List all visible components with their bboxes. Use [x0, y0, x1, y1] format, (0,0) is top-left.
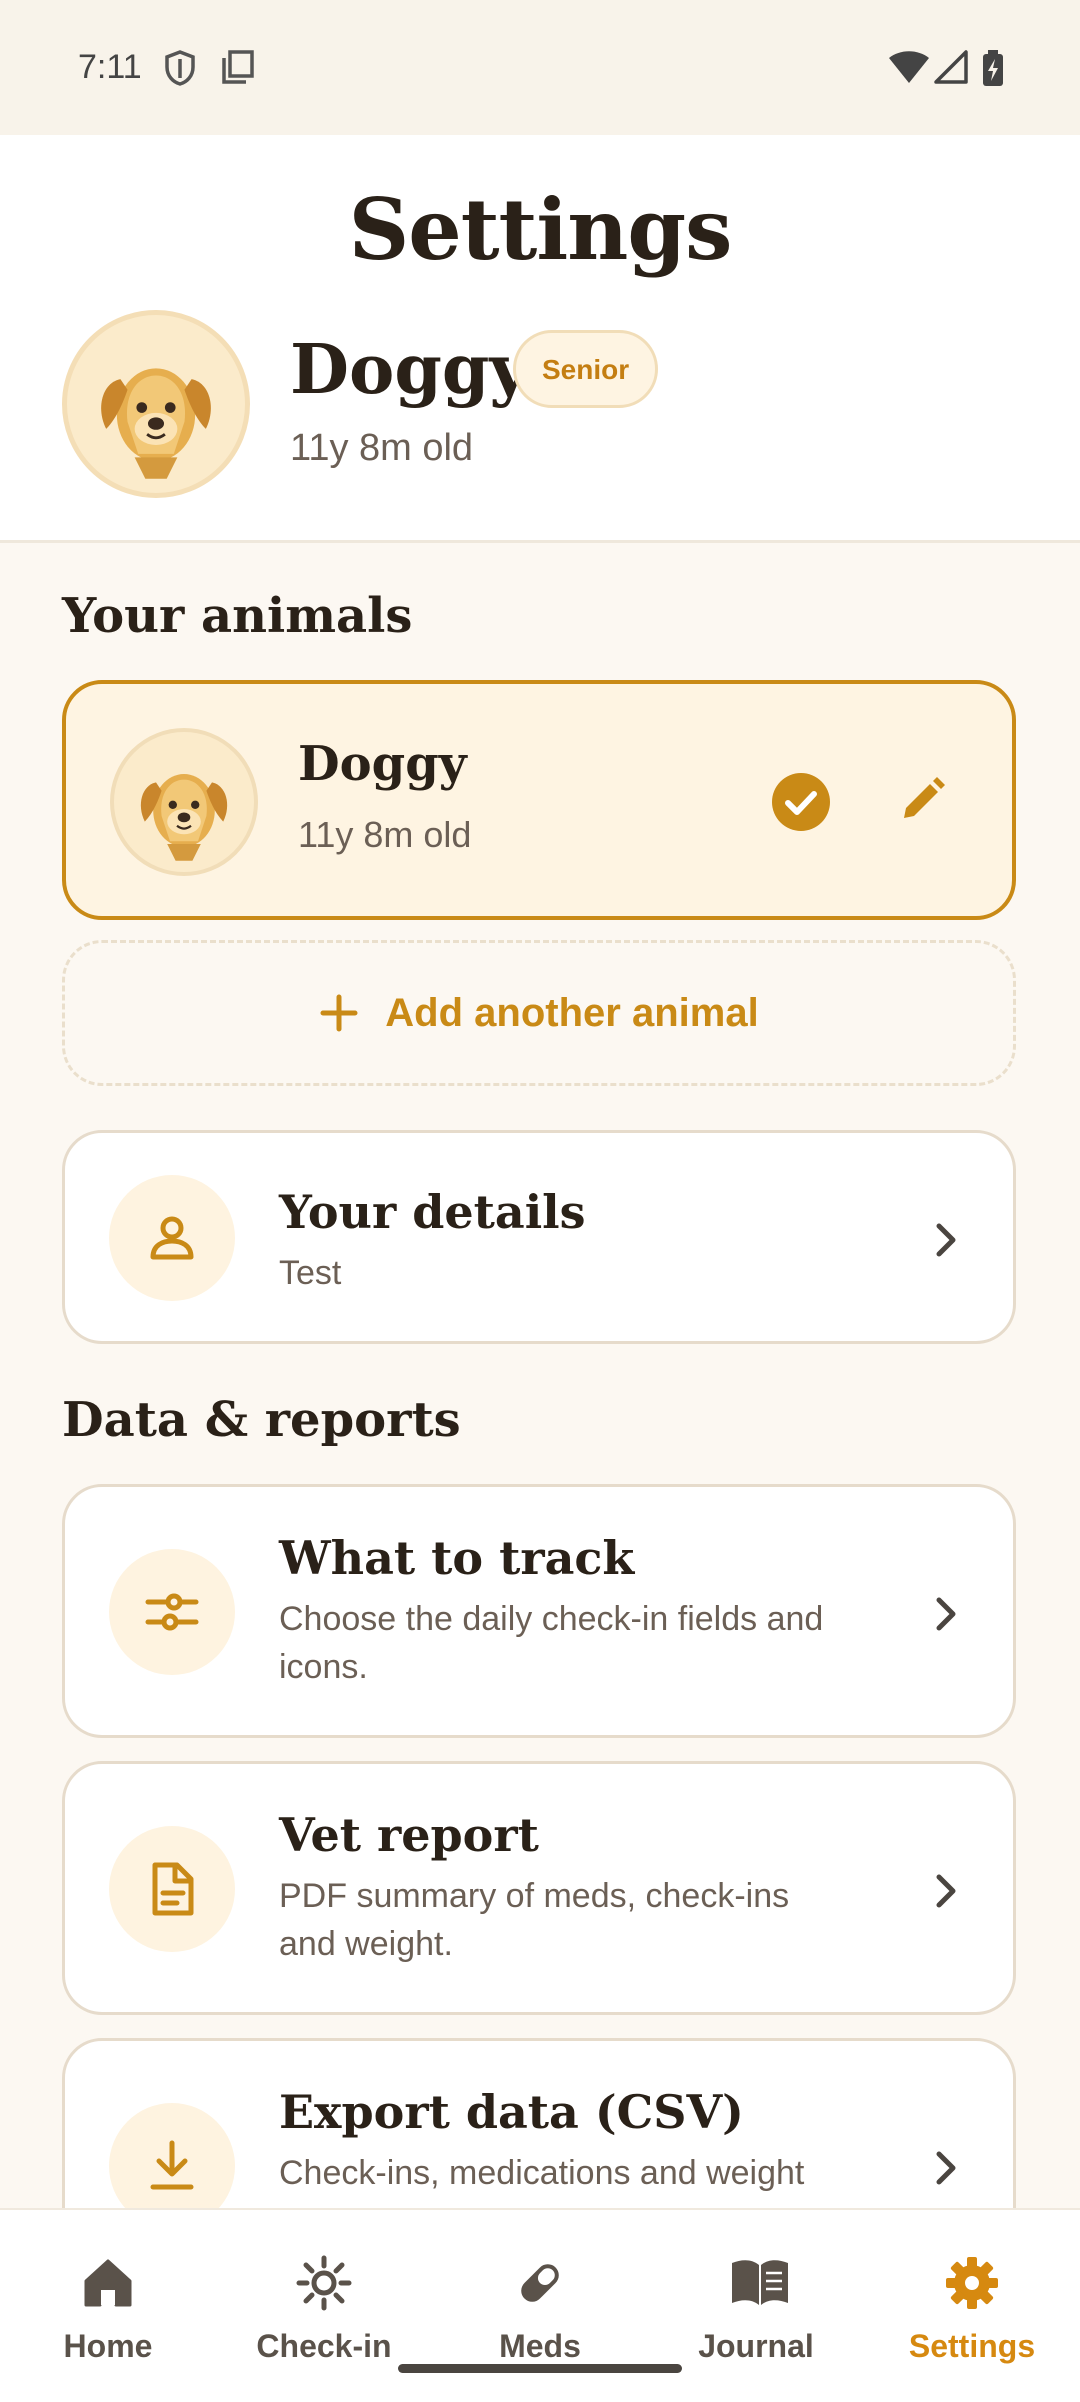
what-to-track-row[interactable]: What to track Choose the daily check-in … — [62, 1484, 1016, 1738]
status-badge: Senior — [513, 330, 659, 408]
download-icon — [150, 2140, 194, 2190]
pill-icon — [521, 2264, 559, 2302]
sun-icon — [296, 2255, 352, 2311]
dog-icon — [101, 368, 211, 479]
nav-label: Home — [63, 2328, 153, 2364]
section-title-animals: Your animals — [62, 588, 413, 644]
status-bar: 7:11 — [0, 0, 1080, 135]
person-icon-wrap — [109, 1175, 235, 1301]
selected-check-icon[interactable] — [771, 772, 831, 832]
home-indicator — [398, 2364, 682, 2373]
chevron-right-icon — [936, 1597, 956, 1631]
page-title: Settings — [348, 180, 733, 279]
nav-home[interactable]: Home — [0, 2210, 216, 2402]
vet-report-row[interactable]: Vet report PDF summary of meds, check-in… — [62, 1761, 1016, 2015]
plus-icon — [320, 994, 358, 1032]
shield-icon — [165, 50, 195, 86]
row-title: Your details — [279, 1185, 586, 1239]
edit-pencil-icon[interactable] — [892, 770, 952, 830]
dog-icon — [140, 774, 228, 861]
nav-label: Meds — [499, 2328, 581, 2364]
nav-journal[interactable]: Journal — [648, 2210, 864, 2402]
settings-header: Settings Doggy Senior 11y 8m old — [0, 135, 1080, 543]
battery-icon — [983, 50, 1003, 86]
row-title: What to track — [279, 1531, 635, 1585]
your-details-row[interactable]: Your details Test — [62, 1130, 1016, 1344]
row-title: Export data (CSV) — [279, 2085, 744, 2139]
document-icon — [152, 1862, 194, 1916]
section-title-data: Data & reports — [62, 1392, 461, 1448]
person-icon — [150, 1216, 194, 1260]
book-icon — [732, 2260, 788, 2305]
row-subtitle: PDF summary of meds, check-ins and weigh… — [279, 1877, 790, 1963]
nav-check-in[interactable]: Check-in — [216, 2210, 432, 2402]
pet-avatar — [62, 310, 250, 498]
chevron-right-icon — [936, 1223, 956, 1257]
row-subtitle: Choose the daily check-in fields and ico… — [279, 1600, 824, 1686]
screenshot-icon — [222, 50, 254, 84]
animal-avatar — [110, 728, 258, 876]
pet-age: 11y 8m old — [290, 427, 474, 469]
nav-label: Check-in — [256, 2328, 392, 2364]
signal-icon — [934, 50, 968, 84]
add-animal-label: Add another animal — [385, 990, 759, 1035]
row-title: Vet report — [279, 1808, 539, 1862]
add-animal-button[interactable]: Add another animal — [62, 940, 1016, 1086]
row-subtitle: Test — [279, 1254, 342, 1292]
animal-age: 11y 8m old — [298, 814, 472, 855]
home-icon — [84, 2259, 132, 2307]
document-icon-wrap — [109, 1826, 235, 1952]
chevron-right-icon — [936, 2151, 956, 2185]
nav-settings[interactable]: Settings — [864, 2210, 1080, 2402]
animal-name: Doggy — [298, 736, 467, 792]
nav-meds[interactable]: Meds — [432, 2210, 648, 2402]
animal-card[interactable]: Doggy 11y 8m old — [62, 680, 1016, 920]
row-subtitle: Check-ins, medications and weight — [279, 2154, 805, 2192]
chevron-right-icon — [936, 1874, 956, 1908]
wifi-icon — [889, 51, 929, 83]
nav-label: Settings — [908, 2328, 1036, 2364]
sliders-icon — [145, 1593, 199, 1631]
pet-name: Doggy — [290, 330, 529, 410]
sliders-icon-wrap — [109, 1549, 235, 1675]
gear-icon — [946, 2257, 998, 2309]
nav-label: Journal — [698, 2328, 814, 2364]
status-time: 7:11 — [78, 48, 142, 86]
